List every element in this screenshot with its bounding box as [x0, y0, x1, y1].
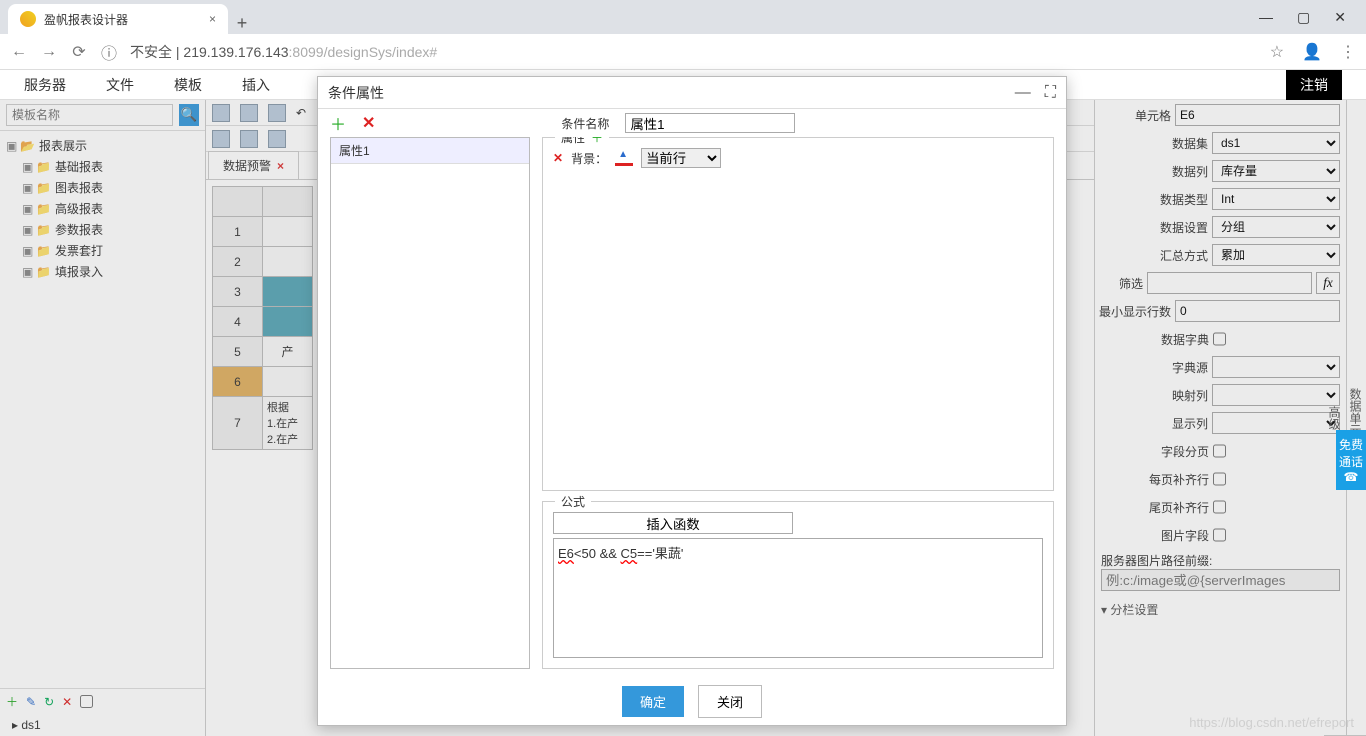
menu-insert[interactable]: 插入: [242, 75, 270, 95]
datatype-select[interactable]: Int: [1212, 188, 1340, 210]
maximize-icon[interactable]: ▢: [1297, 9, 1310, 26]
delete-condition-icon[interactable]: ✕: [362, 113, 375, 133]
toolbar-icon[interactable]: [212, 130, 230, 148]
back-icon[interactable]: ←: [10, 43, 28, 61]
datacol-select[interactable]: 库存量: [1212, 160, 1340, 182]
formula-input[interactable]: E6<50 && C5=='果蔬': [553, 538, 1043, 658]
vtab-advanced[interactable]: 高级: [1324, 100, 1345, 736]
bg-label: 背景：: [571, 150, 607, 167]
datasource-item[interactable]: ▸ ds1: [0, 714, 205, 736]
tree-item[interactable]: ▣📁图表报表: [0, 177, 205, 198]
insert-function-button[interactable]: 插入函数: [553, 512, 793, 534]
filltail-checkbox[interactable]: [1213, 496, 1226, 518]
condition-name-input[interactable]: [625, 113, 795, 133]
tree-item[interactable]: ▣📁基础报表: [0, 156, 205, 177]
tab-title: 盈帆报表设计器: [44, 11, 128, 28]
kebab-icon[interactable]: ⋮: [1340, 42, 1356, 62]
minimize-icon[interactable]: —: [1259, 9, 1273, 26]
phone-icon: ☎: [1344, 470, 1359, 484]
condition-name-label: 条件名称: [561, 115, 609, 132]
new-tab-button[interactable]: +: [228, 13, 256, 34]
search-button[interactable]: 🔍: [179, 104, 199, 126]
condition-property-dialog: 条件属性 — ⛶ ＋ ✕ 条件名称 属性1 属性＋ ✕ 背景： 当前行: [317, 76, 1067, 726]
template-tree: ▣📂报表展示 ▣📁基础报表 ▣📁图表报表 ▣📁高级报表 ▣📁参数报表 ▣📁发票套…: [0, 131, 205, 688]
imgfield-checkbox[interactable]: [1213, 524, 1226, 546]
ds-checkbox[interactable]: [80, 695, 93, 708]
template-search-input[interactable]: [6, 104, 173, 126]
star-icon[interactable]: ☆: [1270, 42, 1284, 62]
doc-tab[interactable]: 数据预警×: [208, 151, 299, 179]
tree-item[interactable]: ▣📁填报录入: [0, 261, 205, 282]
dialog-title: 条件属性: [328, 83, 384, 103]
watermark: https://blog.csdn.net/efreport: [1189, 715, 1354, 730]
vtab-data-cell[interactable]: 数据单元格: [1345, 100, 1366, 736]
tree-item[interactable]: ▣📁发票套打: [0, 240, 205, 261]
property-panel: 单元格 数据集ds1 数据列库存量 数据类型Int 数据设置分组 汇总方式累加 …: [1095, 100, 1346, 736]
minrows-input[interactable]: [1175, 300, 1340, 322]
add-attr-icon[interactable]: ＋: [591, 137, 603, 146]
toolbar-icon[interactable]: [240, 130, 258, 148]
bg-scope-select[interactable]: 当前行: [641, 148, 721, 168]
close-doc-icon[interactable]: ×: [277, 159, 284, 173]
menu-template[interactable]: 模板: [174, 75, 202, 95]
server-img-label: 服务器图片路径前缀:: [1101, 554, 1212, 568]
toolbar-icon[interactable]: [268, 130, 286, 148]
add-condition-icon[interactable]: ＋: [330, 111, 346, 135]
tree-item[interactable]: ▣📁参数报表: [0, 219, 205, 240]
tree-root[interactable]: ▣📂报表展示: [0, 135, 205, 156]
dict-checkbox[interactable]: [1213, 328, 1226, 350]
mapcol-select[interactable]: [1212, 384, 1340, 406]
showcol-select[interactable]: [1212, 412, 1340, 434]
attribute-item[interactable]: 属性1: [331, 138, 529, 164]
tree-item[interactable]: ▣📁高级报表: [0, 198, 205, 219]
dictsrc-select[interactable]: [1212, 356, 1340, 378]
edit-ds-icon[interactable]: ✎: [26, 695, 36, 709]
profile-icon[interactable]: 👤: [1302, 42, 1322, 62]
logout-button[interactable]: 注销: [1286, 70, 1342, 100]
attribute-list: 属性1: [330, 137, 530, 669]
fill-color-icon[interactable]: [615, 150, 633, 166]
toolbar-icon[interactable]: [212, 104, 230, 122]
toolbar-icon[interactable]: [268, 104, 286, 122]
close-tab-icon[interactable]: ×: [209, 12, 216, 26]
close-window-icon[interactable]: ✕: [1334, 9, 1346, 26]
menu-file[interactable]: 文件: [106, 75, 134, 95]
datasetting-select[interactable]: 分组: [1212, 216, 1340, 238]
forward-icon[interactable]: →: [40, 43, 58, 61]
address-bar[interactable]: 不安全 | 219.139.176.143:8099/designSys/ind…: [130, 42, 437, 62]
fillpage-checkbox[interactable]: [1213, 468, 1226, 490]
remove-bg-icon[interactable]: ✕: [553, 151, 563, 165]
delete-ds-icon[interactable]: ✕: [62, 695, 72, 709]
server-img-input[interactable]: [1101, 569, 1340, 591]
dataset-select[interactable]: ds1: [1212, 132, 1340, 154]
filter-input[interactable]: [1147, 272, 1312, 294]
browser-tab[interactable]: 盈帆报表设计器 ×: [8, 4, 228, 34]
reload-icon[interactable]: ⟳: [70, 42, 88, 62]
ok-button[interactable]: 确定: [622, 686, 684, 717]
menu-server[interactable]: 服务器: [24, 75, 66, 95]
summary-select[interactable]: 累加: [1212, 244, 1340, 266]
maximize-dialog-icon[interactable]: ⛶: [1045, 84, 1056, 102]
page-checkbox[interactable]: [1213, 440, 1226, 462]
info-icon[interactable]: ⓘ: [100, 40, 118, 64]
toolbar-icon[interactable]: [240, 104, 258, 122]
close-button[interactable]: 关闭: [698, 685, 762, 718]
minimize-dialog-icon[interactable]: —: [1015, 84, 1031, 102]
favicon-icon: [20, 11, 36, 27]
cell-input[interactable]: [1175, 104, 1340, 126]
free-call-badge[interactable]: 免费通话☎: [1336, 430, 1366, 490]
refresh-ds-icon[interactable]: ↻: [44, 695, 54, 709]
undo-icon[interactable]: ↶: [296, 106, 306, 120]
add-ds-icon[interactable]: ＋: [6, 693, 18, 710]
